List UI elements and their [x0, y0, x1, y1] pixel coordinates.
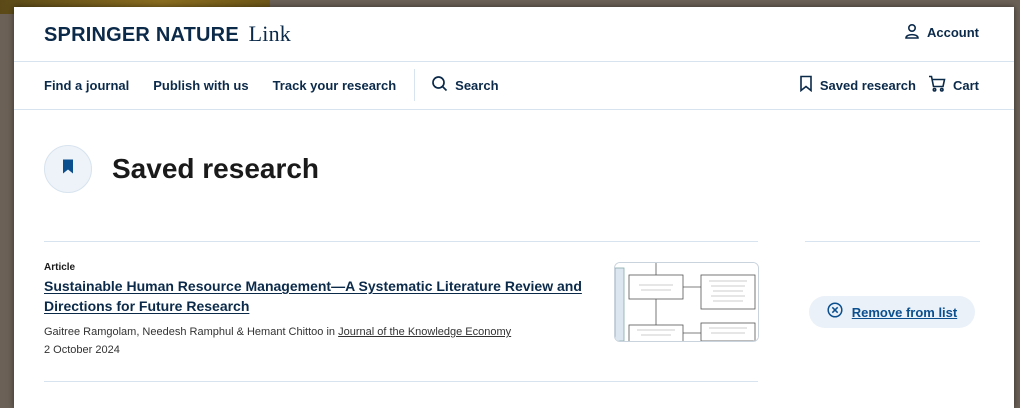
- journal-link[interactable]: Journal of the Knowledge Economy: [338, 326, 511, 338]
- cart-label: Cart: [952, 77, 979, 93]
- list-bottom-divider: [44, 381, 758, 382]
- springer-nature-link-logo[interactable]: SPRINGER NATURE Link: [44, 21, 291, 47]
- circle-x-icon: [827, 301, 843, 323]
- saved-article-item: Article Sustainable Human Resource Manag…: [44, 262, 604, 356]
- main-nav: Find a journal Publish with us Track you…: [14, 61, 1014, 110]
- article-type: Article: [44, 262, 76, 273]
- account-button[interactable]: Account: [904, 23, 979, 42]
- list-top-divider: [44, 241, 758, 242]
- article-authors: Gaitree Ramgolam, Needesh Ramphul & Hema…: [44, 326, 324, 338]
- article-title-link[interactable]: Sustainable Human Resource Management—A …: [44, 276, 604, 316]
- nav-right: Saved research Cart: [799, 61, 979, 109]
- nav-publish-with-us[interactable]: Publish with us: [153, 78, 248, 93]
- article-in-label: in: [326, 326, 336, 338]
- page-title: Saved research: [112, 153, 320, 184]
- cart-link[interactable]: Cart: [928, 75, 979, 95]
- top-header: SPRINGER NATURE Link Account: [14, 7, 1014, 62]
- nav-left: Find a journal Publish with us Track you…: [44, 61, 499, 109]
- article-meta: Gaitree Ramgolam, Needesh Ramphul & Hema…: [44, 326, 604, 338]
- nav-divider: [414, 69, 416, 101]
- account-label: Account: [927, 25, 979, 40]
- nav-track-research[interactable]: Track your research: [273, 78, 397, 93]
- article-date: 2 October 2024: [44, 344, 120, 356]
- saved-research-badge: [44, 145, 92, 193]
- article-thumbnail[interactable]: [614, 262, 759, 342]
- saved-research-link[interactable]: Saved research: [799, 75, 916, 95]
- springer-link-page: SPRINGER NATURE Link Account Find a jour…: [14, 7, 1014, 408]
- bookmark-icon: [799, 75, 813, 95]
- side-top-divider: [805, 241, 980, 242]
- remove-from-list-label: Remove from list: [851, 304, 958, 320]
- person-icon: [904, 23, 920, 42]
- nav-find-journal[interactable]: Find a journal: [44, 78, 129, 93]
- bookmark-filled-icon: [62, 159, 74, 179]
- logo-brand: SPRINGER NATURE: [44, 24, 239, 46]
- logo-link-text: Link: [248, 21, 291, 46]
- cart-icon: [928, 75, 946, 95]
- page-header: Saved research: [44, 145, 319, 193]
- search-icon: [431, 75, 448, 95]
- remove-from-list-button[interactable]: Remove from list: [809, 296, 975, 328]
- search-label: Search: [455, 77, 499, 93]
- search-button[interactable]: Search: [431, 75, 499, 95]
- saved-research-label: Saved research: [819, 77, 916, 93]
